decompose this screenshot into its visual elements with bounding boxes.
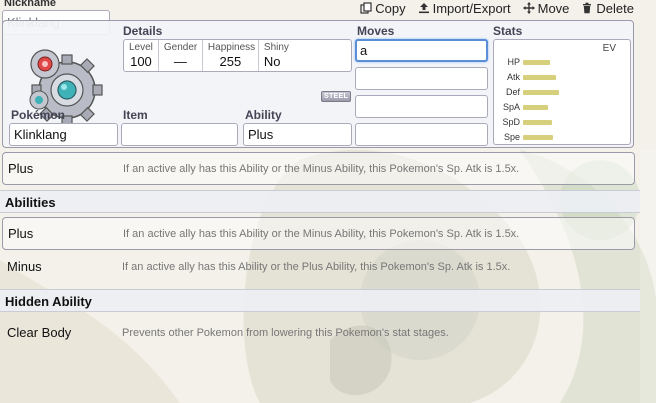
stat-bar	[523, 119, 552, 125]
shiny-label: Shiny	[263, 42, 289, 53]
delete-label: Delete	[596, 0, 634, 16]
move-4-input[interactable]	[355, 123, 488, 146]
ability-description: If an active ally has this Ability or th…	[122, 260, 511, 273]
stat-name: Def	[505, 87, 520, 97]
ability-name: Plus	[8, 226, 34, 241]
item-label: Item	[123, 108, 148, 122]
stat-name: SpD	[502, 117, 520, 127]
pokemon-label: Pokémon	[11, 108, 66, 122]
nickname-label: Nickname	[4, 0, 56, 9]
delete-button[interactable]: Delete	[581, 0, 634, 16]
move-3-input[interactable]	[355, 95, 488, 118]
ability-option-plus[interactable]: Plus If an active ally has this Ability …	[2, 217, 635, 250]
stat-bar	[523, 104, 548, 110]
level-column: Level 100	[124, 40, 159, 71]
stat-row: SpD	[498, 115, 552, 129]
moves-label: Moves	[357, 24, 395, 38]
hidden-ability-header: Hidden Ability	[0, 289, 640, 312]
gender-label: Gender	[163, 42, 198, 53]
shiny-column: Shiny No	[259, 40, 294, 71]
ability-description: If an active ally has this Ability or th…	[123, 162, 520, 175]
stat-row: Atk	[498, 70, 556, 84]
happiness-label: Happiness	[207, 42, 256, 53]
ability-label: Ability	[245, 108, 282, 122]
stats-box[interactable]: EV HP Atk Def SpA SpD Spe	[493, 39, 631, 145]
stat-row: HP	[498, 55, 550, 69]
happiness-column: Happiness 255	[203, 40, 259, 71]
stat-bar	[523, 134, 553, 140]
ability-input[interactable]	[243, 123, 352, 146]
ability-option-minus[interactable]: Minus If an active ally has this Ability…	[2, 250, 635, 283]
ev-label: EV	[602, 43, 616, 54]
move-label: Move	[537, 0, 570, 16]
copy-icon	[360, 2, 372, 14]
gender-column: Gender —	[159, 40, 203, 71]
gender-value: —	[173, 54, 187, 69]
move-1-input[interactable]	[355, 39, 488, 62]
stat-bar	[523, 74, 556, 80]
import-export-button[interactable]: Import/Export	[418, 0, 511, 16]
item-input[interactable]	[121, 123, 238, 146]
stat-row: Spe	[498, 130, 553, 144]
ability-description: Prevents other Pokemon from lowering thi…	[122, 326, 449, 339]
upload-icon	[418, 3, 429, 14]
ability-option-clear-body[interactable]: Clear Body Prevents other Pokemon from l…	[2, 316, 635, 349]
level-value: 100	[130, 54, 152, 69]
stat-name: Spe	[503, 132, 520, 142]
happiness-value: 255	[219, 54, 242, 69]
trash-icon	[583, 2, 592, 14]
steel-type-badge: STEEL	[321, 91, 351, 102]
ability-description: If an active ally has this Ability or th…	[123, 227, 520, 240]
set-actions: Copy Import/Export Move Delete	[360, 0, 634, 16]
stat-name: SpA	[502, 102, 520, 112]
stat-row: Def	[498, 85, 559, 99]
import-export-label: Import/Export	[432, 0, 511, 16]
stat-name: Atk	[506, 72, 520, 82]
ability-name: Plus	[8, 161, 34, 176]
details-label: Details	[123, 24, 163, 38]
stats-label: Stats	[493, 24, 523, 38]
details-box[interactable]: Level 100 Gender — Happiness 255 Shiny N…	[123, 39, 352, 72]
move-icon	[522, 2, 535, 14]
set-editor-panel: Details Level 100 Gender — Happiness 255…	[2, 20, 634, 148]
stat-bar	[523, 59, 550, 65]
copy-label: Copy	[375, 0, 406, 16]
set-toolbar-row: Nickname Copy Import/Export Move Delete	[0, 0, 656, 35]
stat-row: SpA	[498, 100, 548, 114]
move-2-input[interactable]	[355, 67, 488, 90]
abilities-header: Abilities	[0, 190, 640, 213]
ability-name: Minus	[7, 259, 42, 274]
list-scrollbar[interactable]	[640, 150, 656, 403]
stat-name: HP	[507, 57, 520, 67]
stat-bar	[523, 89, 559, 95]
pokemon-input[interactable]	[9, 123, 118, 146]
level-label: Level	[129, 42, 153, 53]
shiny-value: No	[263, 54, 281, 69]
move-button[interactable]: Move	[522, 0, 570, 16]
ability-name: Clear Body	[7, 325, 72, 340]
copy-button[interactable]: Copy	[360, 0, 406, 16]
current-ability-result[interactable]: Plus If an active ally has this Ability …	[2, 152, 635, 185]
